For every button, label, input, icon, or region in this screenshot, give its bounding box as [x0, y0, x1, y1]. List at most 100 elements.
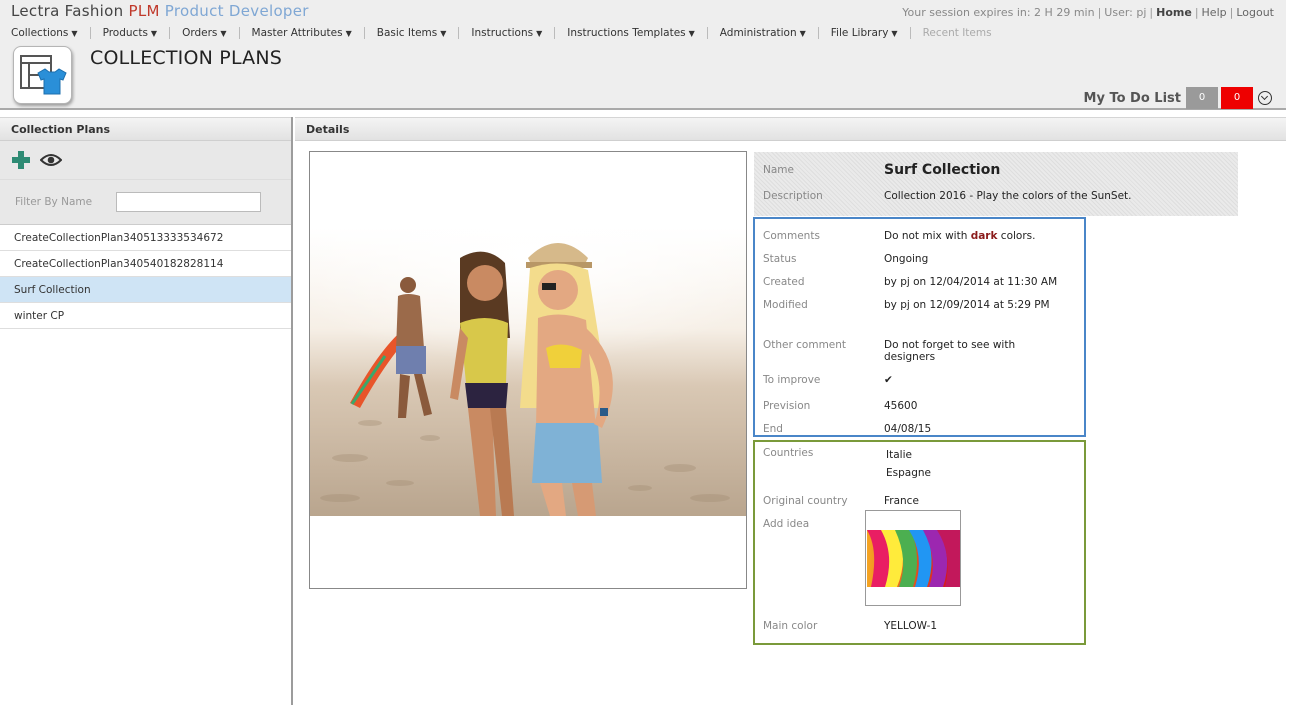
caret-down-icon: ▼	[345, 29, 352, 38]
menu-label: Products	[102, 27, 148, 39]
filter-row: Filter By Name	[0, 179, 291, 224]
header: Lectra Fashion PLM Product Developer You…	[0, 0, 1286, 110]
list-item[interactable]: CreateCollectionPlan340540182828114	[0, 251, 291, 277]
session-bar: Your session expires in: 2 H 29 min | User…	[902, 6, 1274, 19]
list-item[interactable]: CreateCollectionPlan340513333534672	[0, 225, 291, 251]
country-item: Espagne	[886, 467, 931, 479]
menu-label: Basic Items	[376, 27, 438, 39]
menu-divider	[89, 27, 91, 39]
home-link[interactable]: Home	[1156, 6, 1192, 19]
end-row: End 04/08/15	[763, 423, 931, 435]
session-separator: |	[1194, 6, 1199, 19]
to-improve-row: To improve ✔	[763, 374, 893, 386]
todo-count-red[interactable]: 0	[1221, 87, 1253, 109]
countries-row: Countries Italie Espagne	[763, 447, 931, 479]
app-window: Lectra Fashion PLM Product Developer You…	[0, 0, 1292, 705]
brand-plm: PLM	[128, 2, 160, 20]
chevron-circle-down-icon[interactable]	[1258, 91, 1272, 105]
menu-label: Orders	[182, 27, 218, 39]
menu-label: Recent Items	[922, 27, 992, 39]
list-item[interactable]: winter CP	[0, 303, 291, 329]
menu-divider	[238, 27, 240, 39]
created-value: by pj on 12/04/2014 at 11:30 AM	[884, 276, 1058, 288]
eye-icon[interactable]	[40, 153, 62, 167]
session-separator: |	[1149, 6, 1154, 19]
caret-down-icon: ▼	[799, 29, 806, 38]
page-title: COLLECTION PLANS	[90, 47, 283, 69]
field-label: Original country	[763, 495, 848, 507]
name-description-block: Name Surf Collection Description Collect…	[754, 152, 1238, 216]
menu-divider	[554, 27, 556, 39]
todo-label[interactable]: My To Do List	[1084, 91, 1181, 106]
caret-down-icon: ▼	[688, 29, 695, 38]
session-expiry: Your session expires in: 2 H 29 min	[902, 6, 1095, 19]
field-label: Modified	[763, 299, 808, 311]
caret-down-icon: ▼	[150, 29, 158, 38]
status-row: Status Ongoing	[763, 253, 928, 265]
main-color-row: Main color YELLOW-1	[763, 620, 937, 632]
collection-plans-panel: Collection Plans Filter By Name CreateCo…	[0, 117, 293, 705]
caret-down-icon: ▼	[440, 29, 447, 38]
menu-basic-items[interactable]: Basic Items ▼	[377, 27, 447, 39]
menu-file-library[interactable]: File Library ▼	[831, 27, 898, 39]
menu-divider	[706, 27, 708, 39]
menu-orders[interactable]: Orders ▼	[182, 27, 226, 39]
caret-down-icon: ▼	[891, 29, 898, 38]
idea-image	[867, 530, 960, 587]
menu-master-attributes[interactable]: Master Attributes ▼	[252, 27, 352, 39]
details-header: Details	[295, 117, 1286, 141]
todo-list: My To Do List 0 0	[1084, 87, 1272, 109]
menu-label: Master Attributes	[251, 27, 343, 39]
menu-collections[interactable]: Collections ▼	[11, 27, 78, 39]
field-label: To improve	[763, 374, 821, 386]
collection-photo	[310, 228, 746, 516]
todo-count-grey[interactable]: 0	[1186, 87, 1218, 109]
modified-row: Modified by pj on 12/09/2014 at 5:29 PM	[763, 299, 1050, 311]
collection-plan-list: CreateCollectionPlan340513333534672 Crea…	[0, 224, 291, 329]
other-comment-line: designers	[884, 351, 936, 363]
collection-plans-header: Collection Plans	[0, 117, 291, 141]
session-separator: |	[1229, 6, 1234, 19]
field-label: Name	[763, 164, 794, 176]
name-value: Surf Collection	[884, 162, 1001, 178]
prevision-row: Prevision 45600	[763, 400, 917, 412]
field-label: End	[763, 423, 783, 435]
collection-plans-toolbar	[0, 141, 291, 179]
menu-label: Instructions	[471, 27, 534, 39]
comments-text: Do not mix with	[884, 230, 971, 242]
original-country-value: France	[884, 495, 919, 507]
caret-down-icon: ▼	[536, 29, 543, 38]
menu-instructions-templates[interactable]: Instructions Templates ▼	[567, 27, 695, 39]
field-label: Main color	[763, 620, 818, 632]
menu-recent-items: Recent Items	[923, 27, 992, 39]
idea-image-frame[interactable]	[865, 510, 961, 606]
comments-text: colors.	[997, 230, 1036, 242]
menu-administration[interactable]: Administration ▼	[720, 27, 806, 39]
modified-value: by pj on 12/09/2014 at 5:29 PM	[884, 299, 1050, 311]
menu-divider	[817, 27, 819, 39]
list-item-selected[interactable]: Surf Collection	[0, 277, 291, 303]
plus-icon[interactable]	[11, 150, 31, 170]
logout-link[interactable]: Logout	[1236, 6, 1274, 19]
caret-down-icon: ▼	[220, 29, 227, 38]
comments-value: Do not mix with dark colors.	[884, 230, 1035, 242]
menu-label: Collections	[11, 27, 69, 39]
main-menu: Collections ▼ Products ▼ Orders ▼ Master At…	[11, 26, 992, 40]
details-panel: Details Name Surf Collection Description…	[295, 117, 1286, 705]
menu-label: Administration	[719, 27, 797, 39]
menu-instructions[interactable]: Instructions ▼	[471, 27, 542, 39]
prevision-value: 45600	[884, 400, 918, 412]
menu-products[interactable]: Products ▼	[103, 27, 158, 39]
menu-divider	[458, 27, 460, 39]
country-item: Italie	[886, 449, 912, 461]
original-country-row: Original country France	[763, 495, 919, 507]
menu-label: Instructions Templates	[567, 27, 686, 39]
general-info-box: Comments Do not mix with dark colors. St…	[753, 217, 1086, 437]
help-link[interactable]: Help	[1202, 6, 1227, 19]
field-label: Prevision	[763, 400, 811, 412]
field-label: Other comment	[763, 339, 847, 351]
field-label: Countries	[763, 447, 814, 459]
session-user: User: pj	[1104, 6, 1147, 19]
other-comment-line: Do not forget to see with	[884, 339, 1016, 351]
filter-input[interactable]	[116, 192, 261, 212]
